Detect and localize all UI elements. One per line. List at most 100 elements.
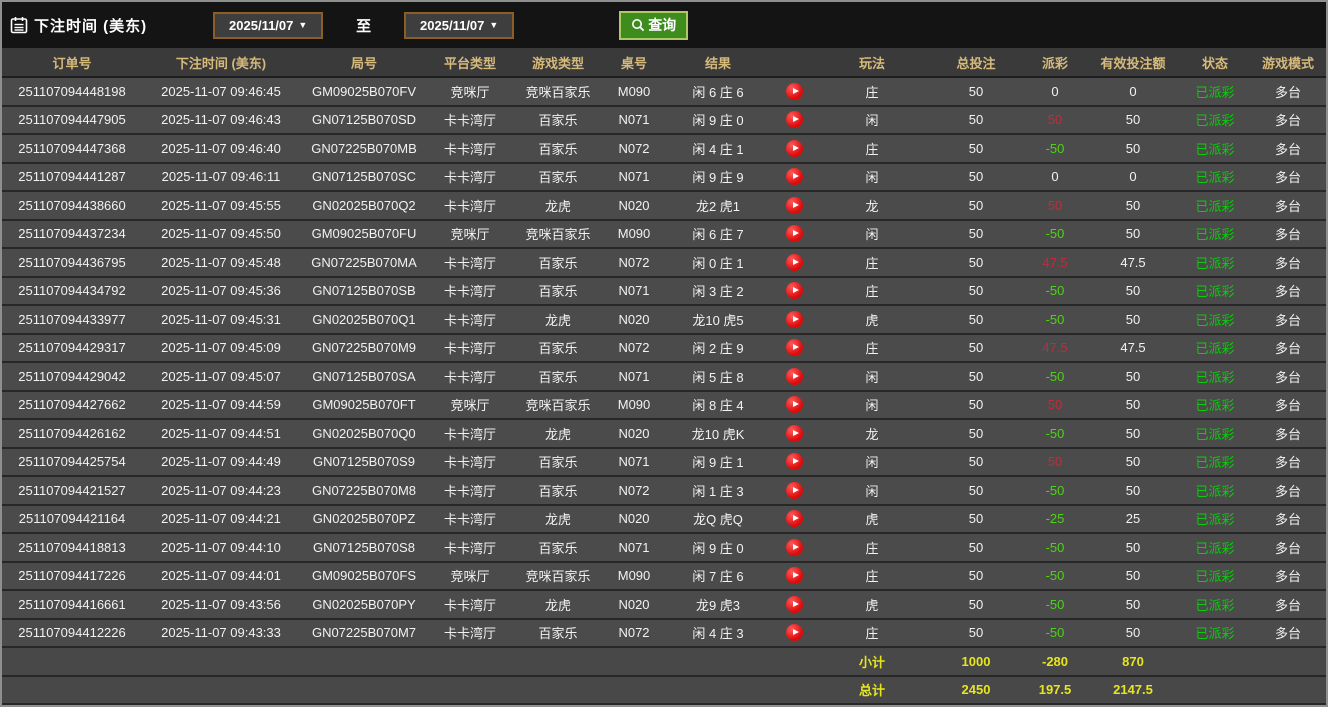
- game-type: 百家乐: [512, 533, 604, 563]
- game-number: GN07125B070SD: [300, 105, 428, 135]
- play-method: 虎: [816, 590, 928, 620]
- play-video-icon[interactable]: [785, 396, 803, 414]
- play-video-icon[interactable]: [785, 196, 803, 214]
- order-number: 251107094429317: [2, 333, 142, 363]
- game-number: GN02025B070PZ: [300, 504, 428, 534]
- valid-bet-amount: 50: [1086, 134, 1180, 164]
- play-video-icon[interactable]: [785, 367, 803, 385]
- spacer-cell: [1180, 647, 1326, 677]
- result: 闲 2 庄 9: [664, 333, 772, 363]
- play-video-icon[interactable]: [785, 538, 803, 556]
- table-number: N072: [604, 248, 664, 278]
- order-number: 251107094429042: [2, 362, 142, 392]
- game-type: 龙虎: [512, 419, 604, 449]
- result: 闲 4 庄 1: [664, 134, 772, 164]
- table-number: N072: [604, 134, 664, 164]
- table-number: N071: [604, 162, 664, 192]
- total-bet: 50: [928, 362, 1024, 392]
- valid-bet-amount: 50: [1086, 476, 1180, 506]
- play-cell: [772, 219, 816, 249]
- game-mode: 多台: [1250, 305, 1326, 335]
- total-bet: 50: [928, 419, 1024, 449]
- date-to-select[interactable]: 2025/11/07 ▼: [404, 11, 515, 39]
- platform-type: 卡卡湾厅: [428, 590, 512, 620]
- bet-time: 2025-11-07 09:44:10: [142, 533, 300, 563]
- play-method: 庄: [816, 276, 928, 306]
- play-video-icon[interactable]: [785, 225, 803, 243]
- play-cell: [772, 162, 816, 192]
- table-row: 251107094433977 2025-11-07 09:45:31 GN0202…: [2, 305, 1326, 335]
- play-video-icon[interactable]: [785, 453, 803, 471]
- column-header: 局号: [300, 48, 428, 78]
- payout: -50: [1024, 590, 1086, 620]
- game-type: 龙虎: [512, 191, 604, 221]
- result: 闲 6 庄 6: [664, 77, 772, 107]
- game-number: GN07125B070SB: [300, 276, 428, 306]
- play-cell: [772, 333, 816, 363]
- valid-bet-amount: 0: [1086, 77, 1180, 107]
- game-type: 龙虎: [512, 590, 604, 620]
- result: 龙10 虎K: [664, 419, 772, 449]
- play-video-icon[interactable]: [785, 510, 803, 528]
- table-row: 251107094427662 2025-11-07 09:44:59 GM0902…: [2, 390, 1326, 420]
- result: 闲 7 庄 6: [664, 561, 772, 591]
- column-header: 下注时间 (美东): [142, 48, 300, 78]
- play-cell: [772, 561, 816, 591]
- play-method: 庄: [816, 618, 928, 648]
- play-video-icon[interactable]: [785, 310, 803, 328]
- table-row: 251107094426162 2025-11-07 09:44:51 GN0202…: [2, 419, 1326, 449]
- order-number: 251107094418813: [2, 533, 142, 563]
- order-number: 251107094416661: [2, 590, 142, 620]
- total-row-grand-total-bet: 2450: [928, 675, 1024, 705]
- play-video-icon[interactable]: [785, 481, 803, 499]
- play-video-icon[interactable]: [785, 624, 803, 642]
- status-badge: 已派彩: [1180, 618, 1250, 648]
- game-number: GM09025B070FV: [300, 77, 428, 107]
- total-row-grand-payout: 197.5: [1024, 675, 1086, 705]
- play-video-icon[interactable]: [785, 282, 803, 300]
- query-button-label: 查询: [648, 17, 677, 33]
- status-badge: 已派彩: [1180, 219, 1250, 249]
- column-header: 有效投注额: [1086, 48, 1180, 78]
- game-mode: 多台: [1250, 105, 1326, 135]
- play-cell: [772, 504, 816, 534]
- game-number: GN07225B070M7: [300, 618, 428, 648]
- payout: -50: [1024, 134, 1086, 164]
- play-video-icon[interactable]: [785, 139, 803, 157]
- bet-time: 2025-11-07 09:44:59: [142, 390, 300, 420]
- total-bet: 50: [928, 476, 1024, 506]
- game-type: 百家乐: [512, 333, 604, 363]
- game-number: GN02025B070Q2: [300, 191, 428, 221]
- query-button[interactable]: 查询: [619, 10, 689, 40]
- play-video-icon[interactable]: [785, 253, 803, 271]
- bet-time: 2025-11-07 09:44:51: [142, 419, 300, 449]
- total-row-grand: 总计 2450 197.5 2147.5: [2, 675, 1326, 705]
- platform-type: 卡卡湾厅: [428, 476, 512, 506]
- play-video-icon[interactable]: [785, 567, 803, 585]
- table-row: 251107094447905 2025-11-07 09:46:43 GN0712…: [2, 105, 1326, 135]
- game-number: GN02025B070Q0: [300, 419, 428, 449]
- total-bet: 50: [928, 305, 1024, 335]
- play-video-icon[interactable]: [785, 168, 803, 186]
- play-method: 庄: [816, 77, 928, 107]
- bet-time: 2025-11-07 09:44:01: [142, 561, 300, 591]
- total-bet: 50: [928, 134, 1024, 164]
- betting-records-table: 订单号 下注时间 (美东) 局号 平台类型 游戏类型 桌号 结果 玩法 总投注 派彩 有效投注额 状态…: [2, 48, 1326, 705]
- table-number: N020: [604, 590, 664, 620]
- play-video-icon[interactable]: [785, 111, 803, 129]
- game-number: GN07225B070MA: [300, 248, 428, 278]
- game-number: GN02025B070Q1: [300, 305, 428, 335]
- date-from-select[interactable]: 2025/11/07 ▼: [213, 11, 324, 39]
- play-video-icon[interactable]: [785, 339, 803, 357]
- play-video-icon[interactable]: [785, 82, 803, 100]
- game-type: 百家乐: [512, 134, 604, 164]
- column-header: 订单号: [2, 48, 142, 78]
- play-method: 龙: [816, 191, 928, 221]
- game-number: GM09025B070FS: [300, 561, 428, 591]
- payout: -25: [1024, 504, 1086, 534]
- platform-type: 卡卡湾厅: [428, 276, 512, 306]
- game-type: 百家乐: [512, 447, 604, 477]
- play-video-icon[interactable]: [785, 424, 803, 442]
- play-video-icon[interactable]: [785, 595, 803, 613]
- table-row: 251107094425754 2025-11-07 09:44:49 GN0712…: [2, 447, 1326, 477]
